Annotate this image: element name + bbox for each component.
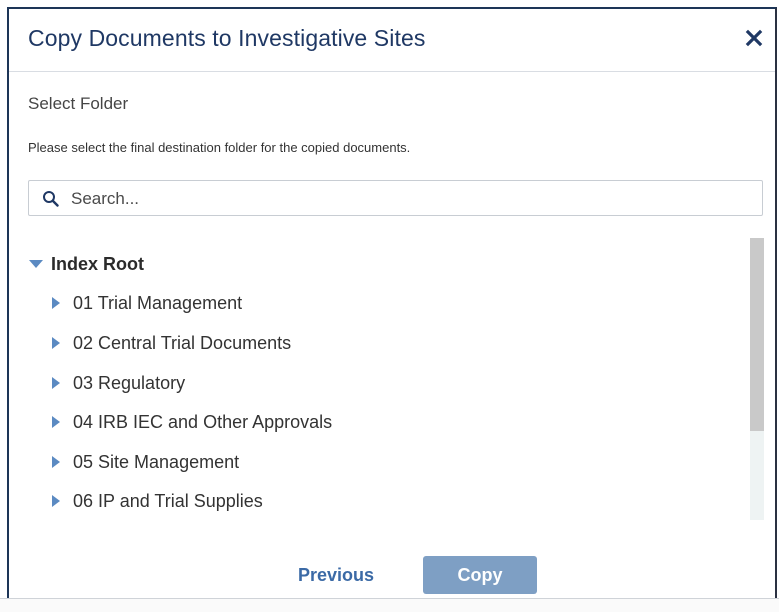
tree-root-index-root[interactable]: Index Root — [28, 252, 144, 276]
section-title: Select Folder — [28, 94, 129, 113]
instructions-text: Please select the final destination fold… — [28, 140, 411, 155]
tree-item-04-irb-iec-approvals[interactable]: 04 IRB IEC and Other Approvals — [51, 410, 332, 434]
caret-right-icon[interactable] — [51, 296, 61, 310]
tree-item-01-trial-management[interactable]: 01 Trial Management — [51, 291, 242, 315]
previous-button[interactable]: Previous — [298, 565, 374, 586]
caret-right-icon[interactable] — [51, 376, 61, 390]
tree-item-label: 03 Regulatory — [73, 372, 186, 393]
tree-root-label: Index Root — [51, 253, 144, 274]
search-box[interactable] — [28, 180, 763, 216]
tree-item-label: 06 IP and Trial Supplies — [73, 490, 263, 511]
tree-item-label: 02 Central Trial Documents — [73, 332, 292, 353]
copy-documents-dialog: Copy Documents to Investigative Sites Se… — [7, 7, 777, 610]
scrollbar-thumb[interactable] — [750, 238, 764, 431]
dialog-header: Copy Documents to Investigative Sites — [9, 9, 775, 72]
tree-item-05-site-management[interactable]: 05 Site Management — [51, 450, 239, 474]
caret-right-icon[interactable] — [51, 415, 61, 429]
background-page-strip — [0, 598, 779, 612]
caret-down-icon[interactable] — [28, 259, 44, 269]
tree-item-label: 01 Trial Management — [73, 292, 243, 313]
tree-scrollbar[interactable] — [750, 238, 764, 520]
search-icon — [42, 190, 59, 212]
tree-item-label: 04 IRB IEC and Other Approvals — [73, 411, 333, 432]
tree-item-06-ip-trial-supplies[interactable]: 06 IP and Trial Supplies — [51, 489, 263, 513]
dialog-title: Copy Documents to Investigative Sites — [28, 25, 426, 51]
search-input[interactable] — [69, 186, 753, 212]
caret-right-icon[interactable] — [51, 455, 61, 469]
tree-item-02-central-trial-documents[interactable]: 02 Central Trial Documents — [51, 331, 291, 355]
copy-button[interactable]: Copy — [423, 556, 537, 594]
caret-right-icon[interactable] — [51, 336, 61, 350]
folder-tree: Index Root 01 Trial Management 02 Centra… — [28, 238, 750, 520]
tree-item-03-regulatory[interactable]: 03 Regulatory — [51, 371, 185, 395]
tree-item-label: 05 Site Management — [73, 451, 240, 472]
close-icon[interactable] — [745, 29, 763, 47]
caret-right-icon[interactable] — [51, 494, 61, 508]
